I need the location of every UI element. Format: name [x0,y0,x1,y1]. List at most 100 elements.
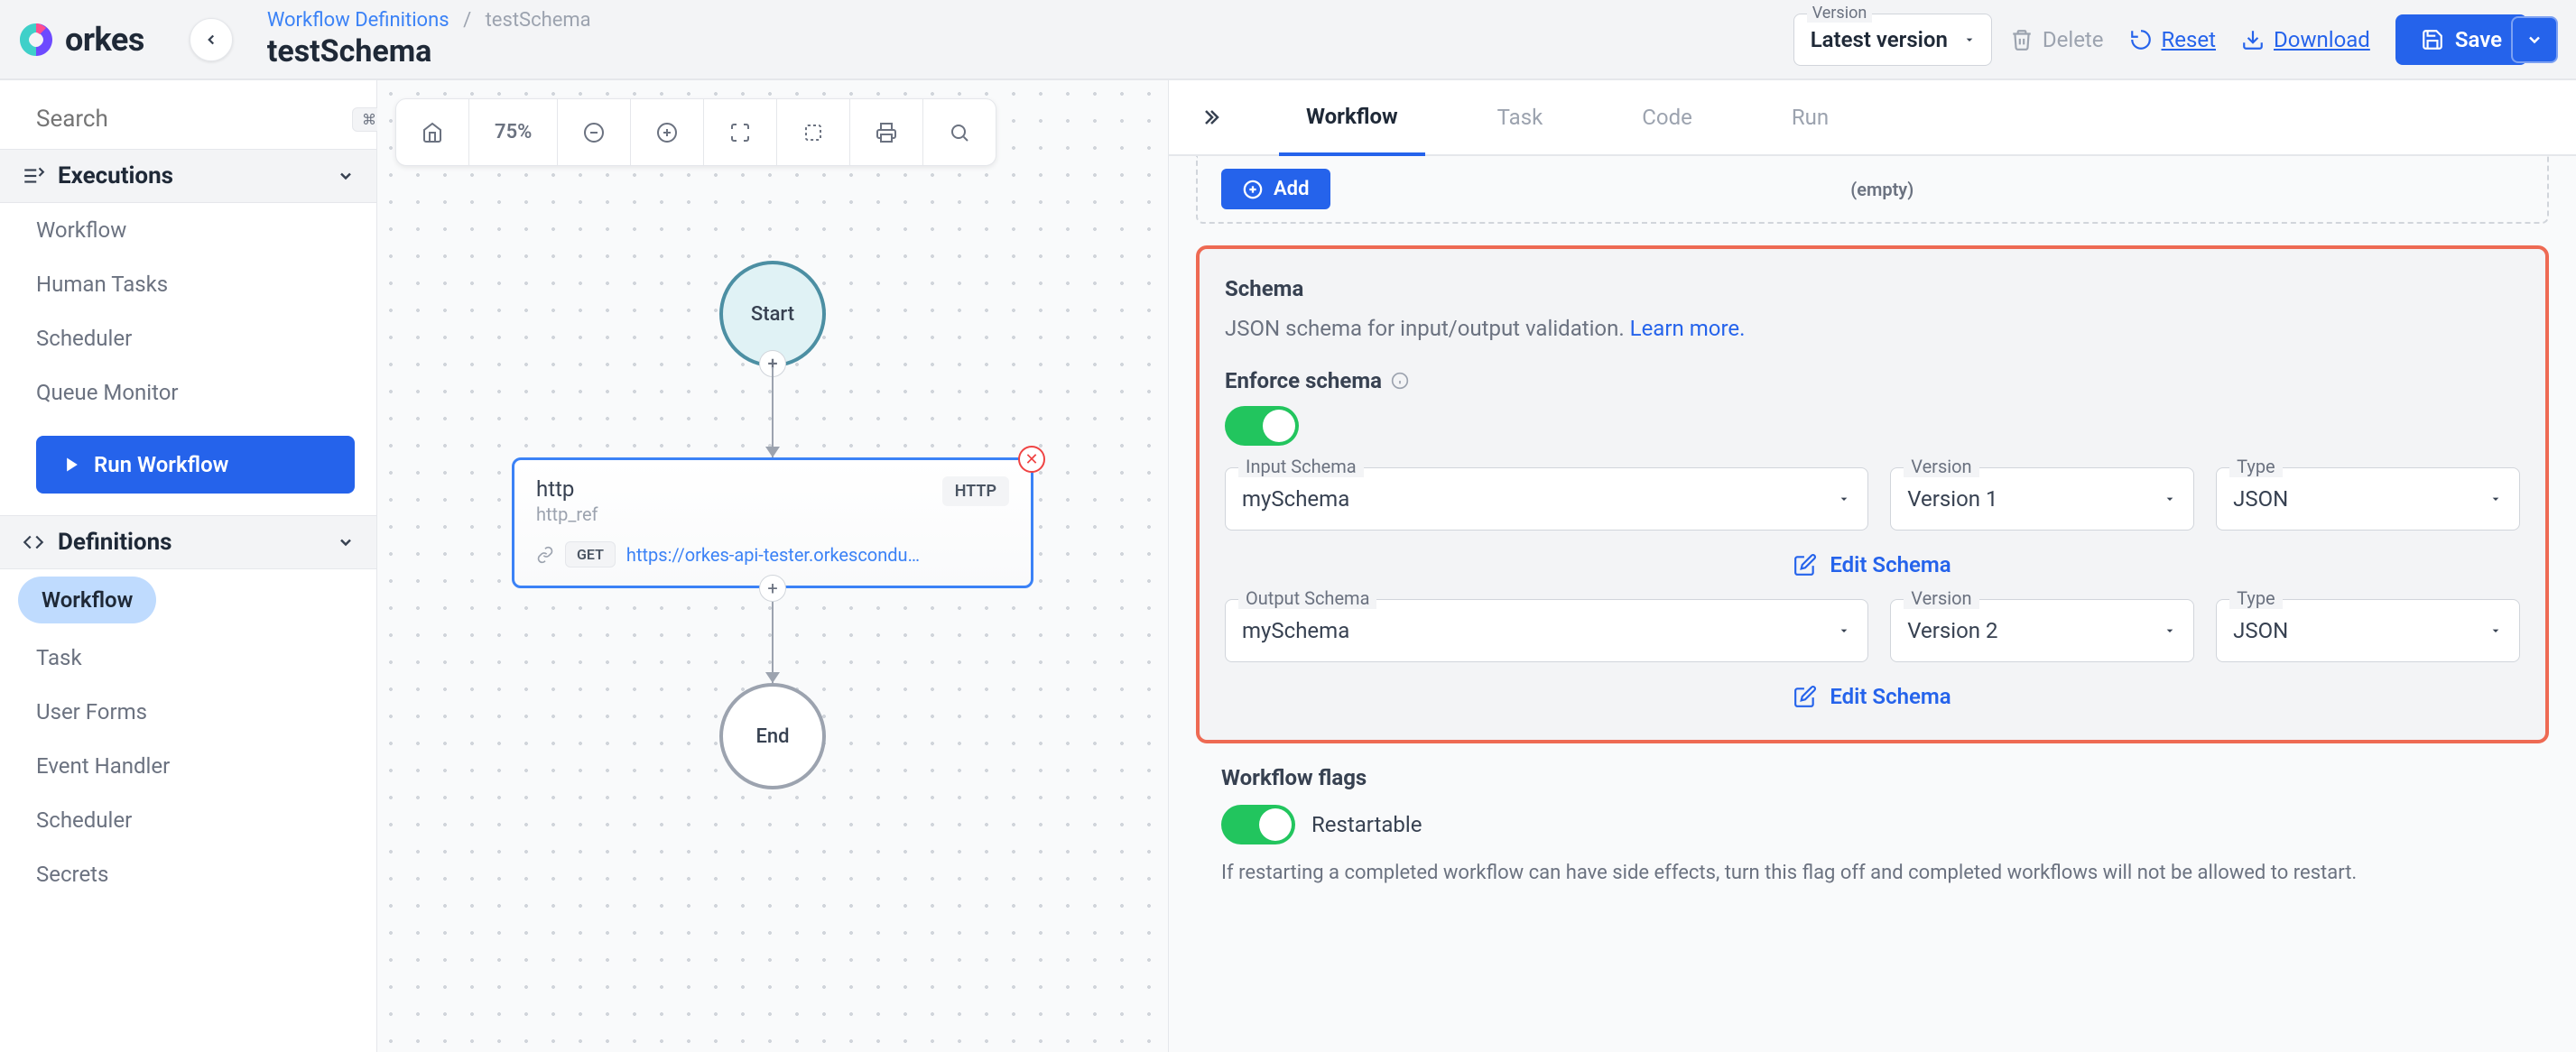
reset-button[interactable]: Reset [2129,27,2216,52]
version-select[interactable]: Version Latest version [1793,14,1992,66]
search-row: ⌘K [0,97,376,149]
save-icon [2421,28,2444,51]
zoom-out-button[interactable] [558,99,631,165]
info-icon[interactable] [1391,372,1409,390]
minus-circle-icon [583,122,605,143]
nav-def-secrets[interactable]: Secrets [0,847,376,901]
delete-button[interactable]: Delete [2010,27,2104,52]
nav-section-executions[interactable]: Executions [0,149,376,203]
output-schema-version-select[interactable]: Version Version 2 [1890,599,2194,662]
tab-workflow[interactable]: Workflow [1279,80,1425,156]
input-schema-type-select[interactable]: Type JSON [2216,467,2520,531]
enforce-schema-toggle[interactable] [1225,406,1299,446]
input-schema-select[interactable]: Input Schema mySchema [1225,467,1868,531]
logo[interactable]: orkes [18,21,144,59]
nav-exec-queue[interactable]: Queue Monitor [0,365,376,420]
nav-def-task[interactable]: Task [0,631,376,685]
input-schema-version-select[interactable]: Version Version 1 [1890,467,2194,531]
panel-body: Add (empty) Schema JSON schema for input… [1169,156,2576,1052]
canvas-toolbar: 75% [395,98,996,166]
chevron-down-icon [337,167,355,185]
search-icon [949,122,970,143]
edit-input-schema-link[interactable]: Edit Schema [1225,552,2520,577]
save-dropdown[interactable] [2511,16,2558,63]
print-icon [876,122,897,143]
run-workflow-button[interactable]: Run Workflow [36,436,355,494]
back-button[interactable] [190,18,233,61]
restartable-toggle[interactable] [1221,805,1295,844]
schema-section: Schema JSON schema for input/output vali… [1196,245,2549,743]
chevron-down-icon [337,533,355,551]
breadcrumb-root[interactable]: Workflow Definitions [267,9,449,32]
enforce-schema-label: Enforce schema [1225,368,2520,393]
plus-circle-icon [1243,180,1263,199]
trash-icon [2010,28,2034,51]
add-after-task[interactable]: + [759,575,786,602]
caret-down-icon [2163,492,2177,506]
right-panel: Workflow Task Code Run Add (empty) Schem… [1168,80,2576,1052]
header: orkes Workflow Definitions / testSchema … [0,0,2576,80]
nav-exec-scheduler[interactable]: Scheduler [0,311,376,365]
schema-desc: JSON schema for input/output validation.… [1225,316,2520,341]
breadcrumb: Workflow Definitions / testSchema testSc… [267,9,1775,69]
start-node[interactable]: Start + [719,261,826,367]
caret-down-icon [2488,492,2503,506]
nav-def-userforms[interactable]: User Forms [0,685,376,739]
nav-def-workflow[interactable]: Workflow [18,577,156,623]
delete-task-button[interactable]: ✕ [1018,446,1045,473]
edit-output-schema-link[interactable]: Edit Schema [1225,684,2520,709]
tab-run[interactable]: Run [1765,81,1856,153]
add-button[interactable]: Add [1221,169,1330,209]
plus-circle-icon [656,122,678,143]
caret-down-icon [1962,32,1977,47]
print-button[interactable] [850,99,923,165]
header-actions: Delete Reset Download Save [2010,14,2558,65]
zoom-level[interactable]: 75% [469,99,558,165]
nav-exec-workflow[interactable]: Workflow [0,203,376,257]
fit-button[interactable] [704,99,777,165]
logo-text: orkes [65,21,144,59]
search-canvas-button[interactable] [923,99,996,165]
chevrons-right-icon [1200,106,1221,128]
end-node[interactable]: End [719,683,826,789]
nav-def-eventhandler[interactable]: Event Handler [0,739,376,793]
link-icon [536,546,554,564]
orkes-logo-icon [18,22,54,58]
zoom-in-button[interactable] [631,99,704,165]
canvas[interactable]: 75% Start + ✕ http [377,80,1168,1052]
collapse-panel-button[interactable] [1187,85,1234,150]
caret-down-icon [1837,623,1851,638]
caret-down-icon [2488,623,2503,638]
output-schema-select[interactable]: Output Schema mySchema [1225,599,1868,662]
http-task-node[interactable]: ✕ http http_ref HTTP GET https://orkes-a… [512,457,1033,588]
tab-code[interactable]: Code [1615,81,1719,153]
task-ref: http_ref [536,503,598,525]
task-url: https://orkes-api-tester.orkescondu… [626,544,920,566]
search-input[interactable] [36,106,338,133]
output-schema-type-select[interactable]: Type JSON [2216,599,2520,662]
layout-button[interactable] [777,99,850,165]
schema-title: Schema [1225,276,2520,301]
download-button[interactable]: Download [2241,27,2370,52]
nav-exec-human[interactable]: Human Tasks [0,257,376,311]
task-name: http [536,476,598,502]
restartable-label: Restartable [1311,812,1422,837]
page-title: testSchema [267,33,1775,69]
nav-def-scheduler[interactable]: Scheduler [0,793,376,847]
home-icon [422,122,443,143]
breadcrumb-current: testSchema [486,9,591,32]
executions-icon [22,164,45,188]
definitions-icon [22,531,45,554]
method-badge: GET [565,541,616,568]
edit-icon [1793,553,1817,577]
chevron-down-icon [2525,31,2544,49]
nav-section-definitions[interactable]: Definitions [0,515,376,569]
tab-task[interactable]: Task [1470,81,1571,153]
select-icon [802,122,824,143]
learn-more-link[interactable]: Learn more. [1630,316,1746,341]
home-button[interactable] [396,99,469,165]
workflow-flow: Start + ✕ http http_ref HTTP [511,261,1034,789]
edge [772,367,774,457]
caret-down-icon [1837,492,1851,506]
save-button[interactable]: Save [2395,14,2527,65]
